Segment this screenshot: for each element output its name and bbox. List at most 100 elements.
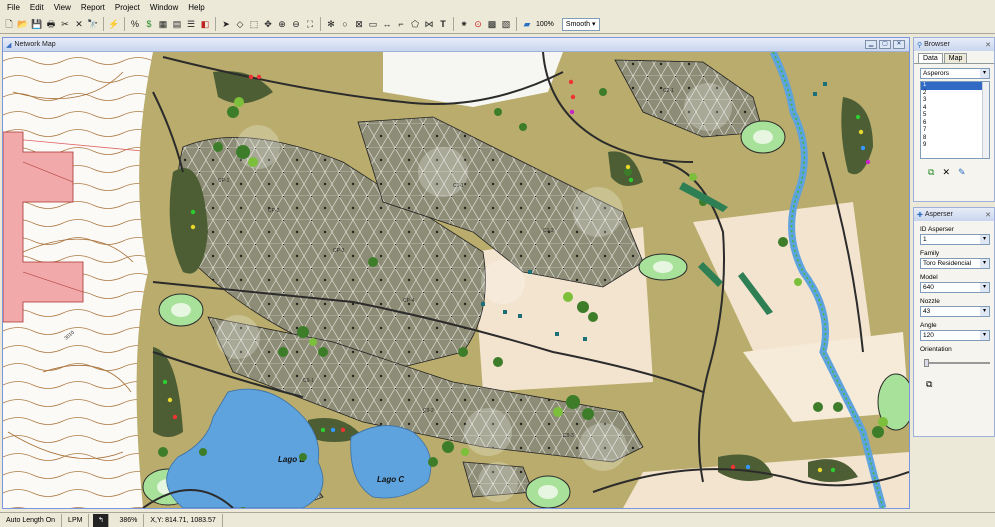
- calculate-icon[interactable]: ⚡: [108, 18, 120, 30]
- model-dropdown[interactable]: 640 ▾: [920, 282, 990, 293]
- find-icon[interactable]: 🔭: [87, 18, 99, 30]
- toolbar-separator: [516, 17, 517, 31]
- table-icon[interactable]: ▤: [171, 18, 183, 30]
- menu-view[interactable]: View: [49, 0, 76, 15]
- zoom-in-icon[interactable]: ⊕: [276, 18, 288, 30]
- list-icon[interactable]: ☰: [185, 18, 197, 30]
- rectangle-icon[interactable]: ▭: [367, 18, 379, 30]
- vertex-icon[interactable]: ◇: [234, 18, 246, 30]
- save-icon[interactable]: 💾: [31, 18, 43, 30]
- id-asperser-dropdown[interactable]: 1 ▾: [920, 234, 990, 245]
- print-icon[interactable]: 🖶: [45, 18, 57, 30]
- zone-label: C9-3: [563, 433, 574, 439]
- dimension-icon[interactable]: ↔: [381, 18, 393, 30]
- orientation-slider[interactable]: [924, 359, 990, 367]
- id-asperser-label: ID Asperser: [920, 226, 954, 233]
- category-dropdown[interactable]: Asperors ▾: [920, 68, 990, 79]
- list-item[interactable]: 9: [921, 142, 989, 150]
- zoom-percentage[interactable]: 100%: [534, 21, 556, 28]
- nozzle-dropdown[interactable]: 43 ▾: [920, 306, 990, 317]
- layer-icon[interactable]: ◧: [199, 18, 211, 30]
- category-dropdown-value: Asperors: [923, 70, 950, 77]
- unit-status: LPM: [62, 513, 90, 527]
- map-window-icon: ◢: [6, 41, 12, 49]
- menu-edit[interactable]: Edit: [25, 0, 49, 15]
- list-scrollbar[interactable]: [982, 82, 989, 158]
- asperser-list[interactable]: 1 2 3 4 5 6 7 8 9: [920, 81, 990, 159]
- fill-icon[interactable]: ▰: [521, 18, 533, 30]
- close-icon[interactable]: ✕: [985, 211, 991, 219]
- close-icon[interactable]: ✕: [985, 41, 991, 49]
- select-arrow-icon[interactable]: ➤: [220, 18, 232, 30]
- pipe-icon[interactable]: ⌐: [395, 18, 407, 30]
- toolbar-separator: [103, 17, 104, 31]
- asperser-panel-icon: ✚: [917, 211, 923, 219]
- menu-help[interactable]: Help: [183, 0, 209, 15]
- browser-titlebar: ⚲ Browser ✕: [914, 38, 994, 51]
- coordinates-status: X,Y: 814.71, 1083.57: [144, 513, 223, 527]
- network-map-canvas[interactable]: Lago B Lago C 3010 CP-1 CP-2 CP-3 CP-4 C…: [3, 52, 909, 508]
- text-tool-icon[interactable]: T: [437, 18, 449, 30]
- list-item[interactable]: 7: [921, 127, 989, 135]
- golf-course-map[interactable]: Lago B Lago C 3010 CP-1 CP-2 CP-3 CP-4 C…: [3, 52, 909, 508]
- browser-actions: ⧉ ✕ ✎: [914, 159, 994, 178]
- menu-window[interactable]: Window: [145, 0, 183, 15]
- list-item[interactable]: 2: [921, 90, 989, 98]
- edit-item-icon[interactable]: ✎: [958, 167, 966, 178]
- cut-icon[interactable]: ✂: [59, 18, 71, 30]
- list-item[interactable]: 5: [921, 112, 989, 120]
- model-label: Model: [920, 274, 938, 281]
- close-button[interactable]: ✕: [893, 40, 905, 49]
- delete-icon[interactable]: ✕: [73, 18, 85, 30]
- delete-item-icon[interactable]: ✕: [942, 167, 950, 178]
- pump-icon[interactable]: ⋈: [423, 18, 435, 30]
- tab-data[interactable]: Data: [918, 53, 943, 63]
- orientation-slider-thumb[interactable]: [924, 359, 929, 367]
- report-icon[interactable]: %: [129, 18, 141, 30]
- apply-properties-icon[interactable]: ⧉: [914, 367, 994, 390]
- circle-icon[interactable]: ○: [339, 18, 351, 30]
- list-item[interactable]: 8: [921, 135, 989, 143]
- sprinkler-icon[interactable]: ✻: [325, 18, 337, 30]
- menu-report[interactable]: Report: [76, 0, 110, 15]
- family-value: Toro Residencial: [923, 260, 972, 267]
- angle-label: Angle: [920, 322, 937, 329]
- polygon-icon[interactable]: ⬠: [409, 18, 421, 30]
- browser-panel-title: Browser: [924, 41, 950, 48]
- menu-file[interactable]: File: [2, 0, 25, 15]
- cost-icon[interactable]: $: [143, 18, 155, 30]
- list-item[interactable]: 4: [921, 105, 989, 113]
- model-value: 640: [923, 284, 934, 291]
- pan-icon[interactable]: ✥: [262, 18, 274, 30]
- minimize-button[interactable]: ▁: [865, 40, 877, 49]
- zone-label: C1-1: [453, 183, 464, 189]
- asperser-panel: ✚ Asperser ✕ ID Asperser 1 ▾ Family Toro…: [913, 207, 995, 437]
- record-icon[interactable]: ⊙: [472, 18, 484, 30]
- add-item-icon[interactable]: ⧉: [928, 167, 934, 178]
- list-item[interactable]: 3: [921, 97, 989, 105]
- valve-icon[interactable]: ⊠: [353, 18, 365, 30]
- grid-icon[interactable]: ▦: [157, 18, 169, 30]
- open-folder-icon[interactable]: 📂: [17, 18, 29, 30]
- pattern-icon[interactable]: ▩: [486, 18, 498, 30]
- restore-button[interactable]: ▢: [879, 40, 891, 49]
- list-item[interactable]: 1: [921, 82, 989, 90]
- zoom-out-icon[interactable]: ⊖: [290, 18, 302, 30]
- chevron-down-icon: ▾: [980, 307, 989, 316]
- family-dropdown[interactable]: Toro Residencial ▾: [920, 258, 990, 269]
- orientation-label: Orientation: [920, 346, 952, 353]
- zoom-extents-icon[interactable]: ⛶: [304, 18, 316, 30]
- new-file-icon[interactable]: 🗋: [3, 18, 15, 30]
- menu-project[interactable]: Project: [110, 0, 145, 15]
- zone-label: CP-1: [218, 178, 230, 184]
- zoom-window-icon[interactable]: ⬚: [248, 18, 260, 30]
- chevron-down-icon: ▾: [980, 283, 989, 292]
- network-map-title: Network Map: [14, 41, 56, 48]
- hatch-icon[interactable]: ▧: [500, 18, 512, 30]
- list-item[interactable]: 6: [921, 120, 989, 128]
- angle-dropdown[interactable]: 120 ▾: [920, 330, 990, 341]
- smooth-dropdown[interactable]: Smooth ▾: [561, 17, 600, 31]
- node-icon[interactable]: ⁕: [458, 18, 470, 30]
- tab-map[interactable]: Map: [943, 53, 968, 63]
- chevron-down-icon: ▾: [980, 69, 989, 78]
